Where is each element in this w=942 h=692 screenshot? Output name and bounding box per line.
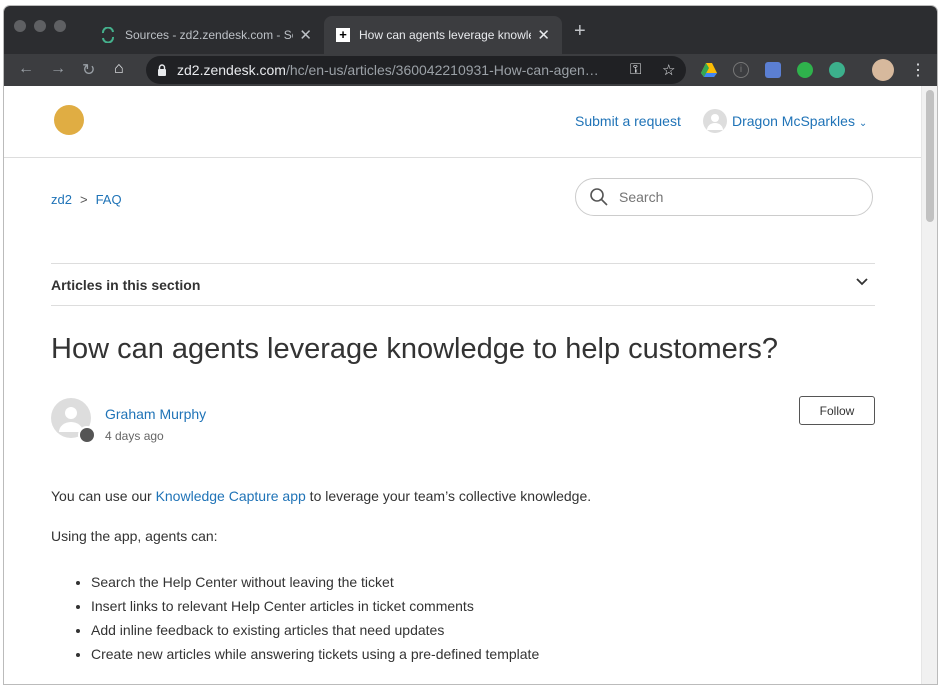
user-menu[interactable]: Dragon McSparkles ⌄ [732,113,867,129]
address-bar[interactable]: zd2.zendesk.com/hc/en-us/articles/360042… [146,56,686,84]
close-icon[interactable]: ✕ [537,26,550,44]
google-drive-icon[interactable] [701,62,717,78]
intro-text: You can use our [51,488,156,504]
tab-sources[interactable]: Sources - zd2.zendesk.com - Se ✕ [88,16,324,54]
new-tab-button[interactable]: + [574,20,586,43]
back-icon[interactable]: ← [18,60,34,78]
browser-window: Sources - zd2.zendesk.com - Se ✕ + How c… [4,6,937,684]
browser-toolbar: ← → ↻ ⌂ zd2.zendesk.com/hc/en-us/article… [4,54,937,86]
home-icon[interactable]: ⌂ [114,60,124,78]
breadcrumb: zd2 > FAQ [51,192,122,207]
list-item: Create new articles while answering tick… [91,646,539,670]
more-menu-icon[interactable]: ⋮ [910,60,926,80]
brand-logo[interactable] [54,105,84,135]
capabilities-list: Search the Help Center without leaving t… [51,574,539,670]
camera-icon[interactable] [765,62,781,78]
user-icon [707,114,723,130]
breadcrumb-item-faq[interactable]: FAQ [96,192,122,207]
reload-icon[interactable]: ↻ [82,60,95,80]
url-text: zd2.zendesk.com/hc/en-us/articles/360042… [177,62,617,78]
search-icon [590,188,608,206]
submit-request-link[interactable]: Submit a request [575,113,681,129]
section-label: Articles in this section [51,277,201,293]
chevron-down-icon [856,278,868,286]
help-center-page: Submit a request Dragon McSparkles ⌄ zd2… [4,86,921,684]
url-path: /hc/en-us/articles/360042210931-How-can-… [285,62,599,78]
chat-icon[interactable] [797,62,813,78]
list-item: Search the Help Center without leaving t… [91,574,539,598]
breadcrumb-item-zd2[interactable]: zd2 [51,192,72,207]
articles-in-section-toggle[interactable]: Articles in this section [51,263,875,306]
intro-text: to leverage your team’s collective knowl… [305,488,592,504]
info-icon[interactable]: i [733,62,749,78]
grammarly-icon[interactable] [829,62,845,78]
user-name: Dragon McSparkles [732,113,855,129]
url-host: zd2.zendesk.com [177,62,286,78]
bookmark-star-icon[interactable]: ☆ [662,61,675,79]
article-title: How can agents leverage knowledge to hel… [51,333,779,365]
minimize-window-button[interactable] [34,20,46,32]
zoom-window-button[interactable] [54,20,66,32]
article-date: 4 days ago [105,429,164,443]
scrollbar-thumb[interactable] [926,90,934,222]
search-box[interactable] [575,178,873,216]
forward-icon[interactable]: → [50,60,66,78]
site-header: Submit a request Dragon McSparkles ⌄ [4,86,921,158]
chevron-down-icon: ⌄ [858,118,868,129]
tab-strip: Sources - zd2.zendesk.com - Se ✕ + How c… [4,6,937,54]
key-icon[interactable]: ⚿ [630,61,641,78]
sync-icon [102,27,114,43]
tab-title: Sources - zd2.zendesk.com - Se [125,28,294,42]
user-avatar[interactable] [703,109,727,133]
breadcrumb-separator: > [79,192,88,207]
article-intro: You can use our Knowledge Capture app to… [51,488,591,504]
knowledge-capture-link[interactable]: Knowledge Capture app [156,488,306,504]
agent-badge-icon [78,426,96,444]
tab-title: How can agents leverage knowle [359,28,532,42]
search-input[interactable] [617,188,861,206]
close-icon[interactable]: ✕ [299,26,312,44]
author-name[interactable]: Graham Murphy [105,406,206,422]
list-item: Insert links to relevant Help Center art… [91,598,539,622]
tab-article[interactable]: + How can agents leverage knowle ✕ [324,16,562,54]
list-item: Add inline feedback to existing articles… [91,622,539,646]
lock-icon [158,63,166,76]
zendesk-favicon-icon: + [336,28,350,42]
page-scrollbar[interactable] [921,86,937,684]
profile-avatar[interactable] [872,59,894,81]
article-paragraph: Using the app, agents can: [51,528,218,544]
follow-button[interactable]: Follow [799,396,875,425]
close-window-button[interactable] [14,20,26,32]
